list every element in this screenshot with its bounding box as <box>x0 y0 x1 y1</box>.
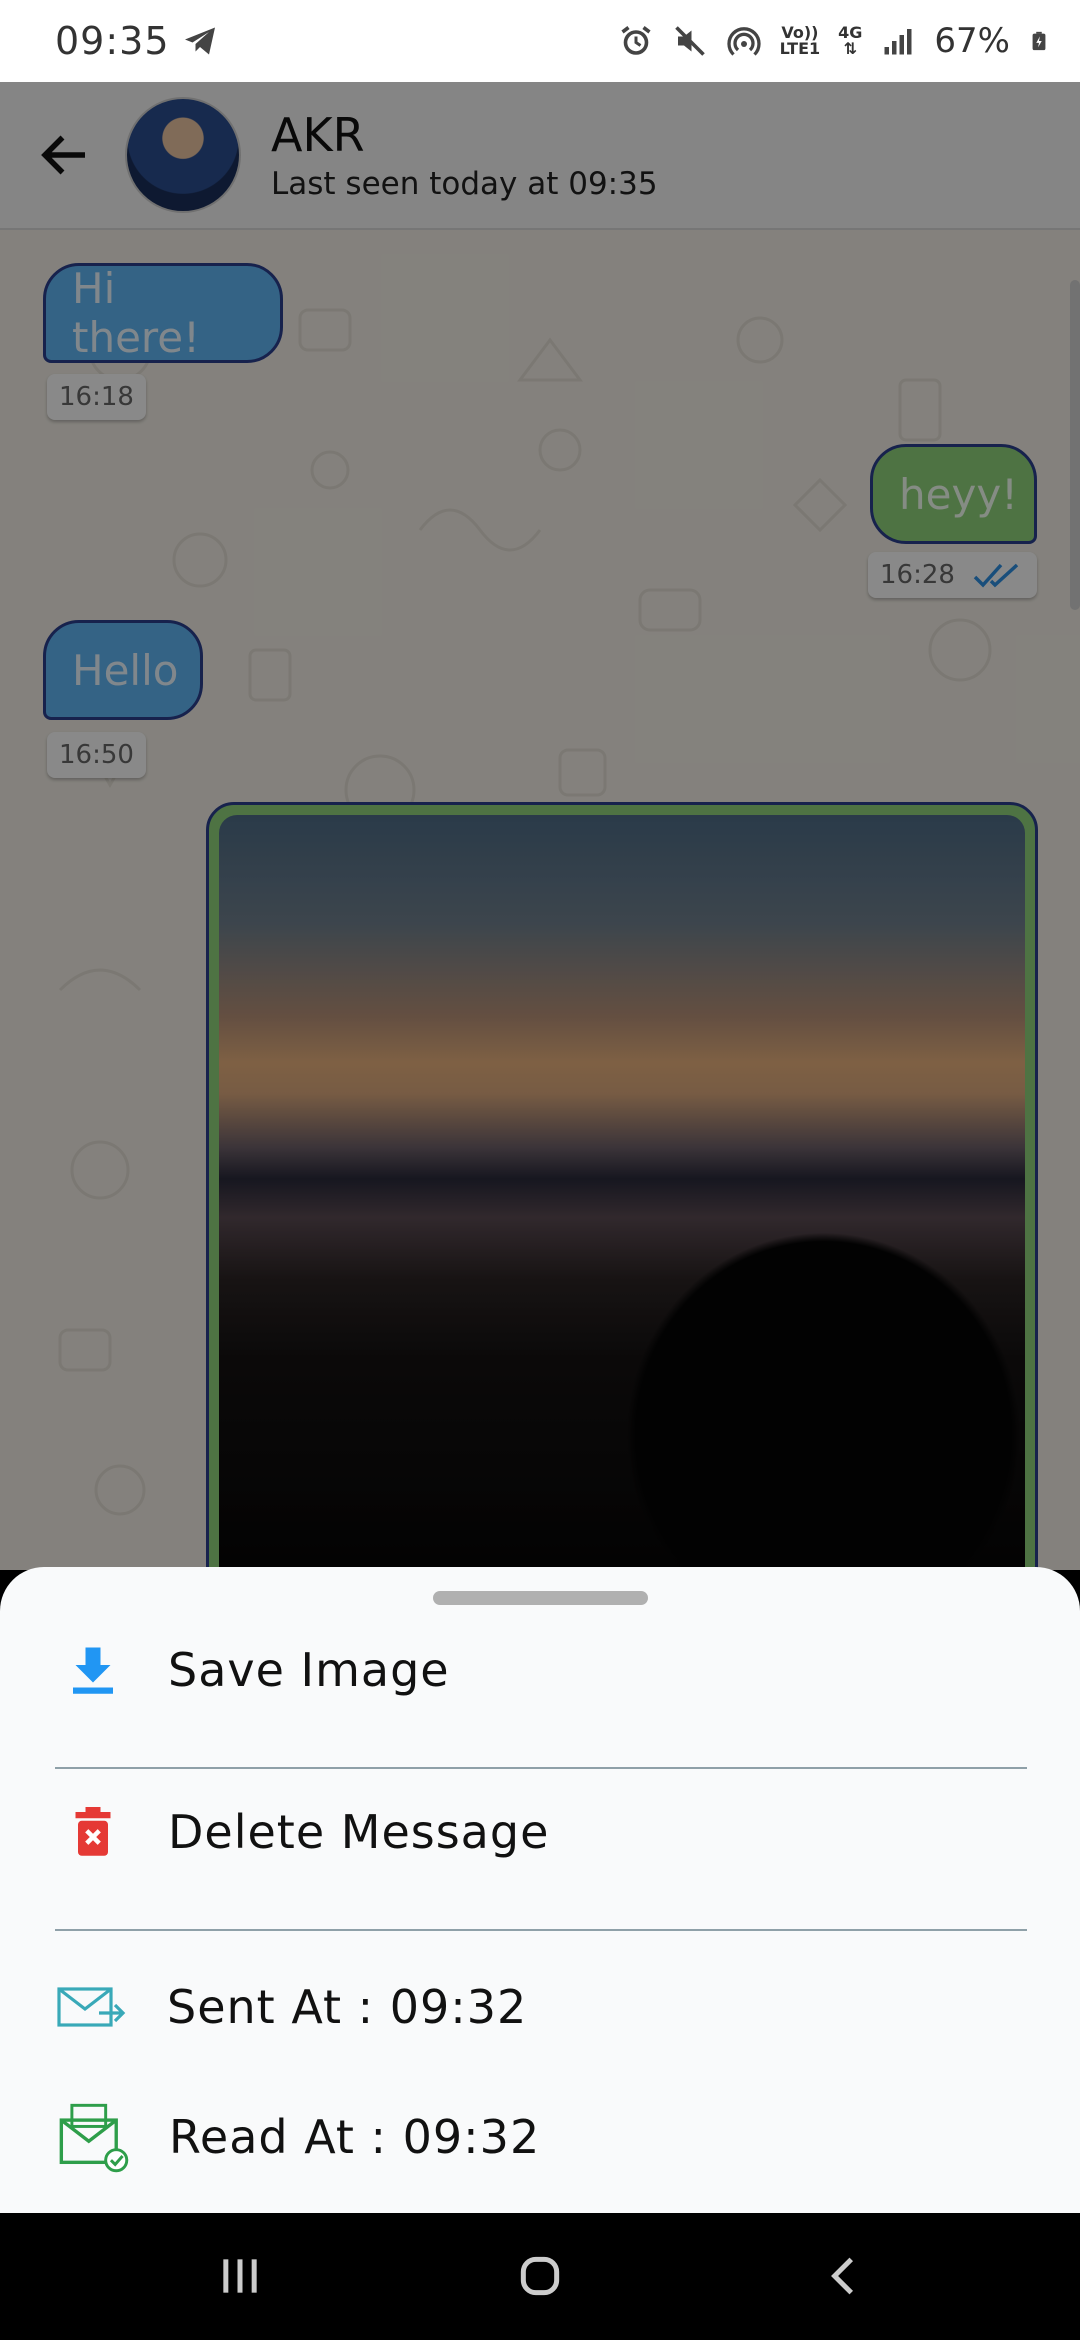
envelope-read-icon <box>59 2103 129 2173</box>
signal-icon <box>884 29 912 55</box>
battery-charging-icon <box>1032 31 1046 51</box>
divider <box>55 1929 1027 1931</box>
data-arrows-icon: ⇅ <box>843 39 857 58</box>
trash-icon <box>75 1807 111 1856</box>
status-time: 09:35 <box>55 19 170 63</box>
system-navigation-bar <box>0 2213 1080 2340</box>
envelope-sent-icon <box>57 1987 126 2027</box>
status-bar: 09:35 Vo)) LTE1 4G ⇅ 67% <box>0 0 1080 82</box>
read-at-info: Read At : 09:32 <box>55 2087 540 2187</box>
home-icon[interactable] <box>515 2251 565 2301</box>
recent-apps-icon[interactable] <box>215 2251 265 2301</box>
network-type: 4G ⇅ <box>838 23 863 58</box>
battery-percent: 67% <box>934 21 1010 61</box>
download-icon <box>73 1647 113 1694</box>
modal-scrim[interactable] <box>0 82 1080 1570</box>
alarm-icon <box>621 26 651 55</box>
back-nav-icon[interactable] <box>820 2251 870 2301</box>
sent-at-info: Sent At : 09:32 <box>55 1962 527 2052</box>
telegram-icon <box>184 27 215 55</box>
mute-icon <box>674 26 705 56</box>
message-options-sheet: Save Image Delete Message Sent At : 09:3… <box>0 1567 1080 2213</box>
save-image-option[interactable]: Save Image <box>55 1615 450 1725</box>
hotspot-icon <box>727 27 761 56</box>
delete-message-option[interactable]: Delete Message <box>55 1777 549 1887</box>
divider <box>55 1767 1027 1769</box>
volte-indicator: Vo)) LTE1 <box>779 23 821 58</box>
sheet-drag-handle[interactable] <box>433 1591 648 1605</box>
